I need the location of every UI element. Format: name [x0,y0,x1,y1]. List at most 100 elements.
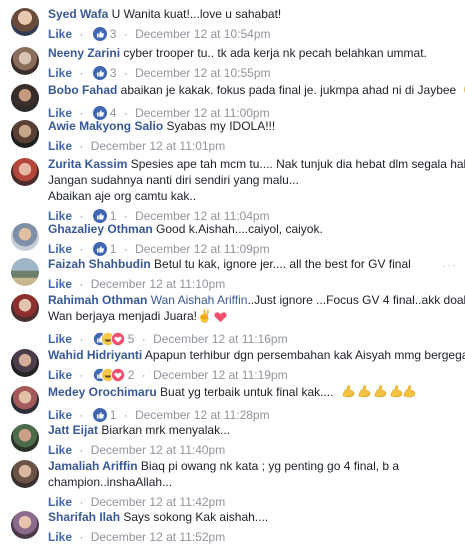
like-button[interactable]: Like [48,277,72,291]
comment-author[interactable]: Awie Makyong Salio [48,119,163,133]
comment-text: Syabas my IDOLA!!! [166,119,276,133]
like-button[interactable]: Like [48,27,72,41]
comment-text-line: Jangan sudahnya nanti diri sendiri yang … [48,173,299,187]
like-button[interactable]: Like [48,443,72,457]
comment-meta: Like · 3 · December 12 at 10:54pm [48,26,453,45]
like-button[interactable]: Like [48,495,72,509]
reaction-count[interactable]: 3 [110,27,117,41]
comment-author[interactable]: Wahid Hidriyanti [48,348,142,362]
comment-text: abaikan je kakak. fokus pada final je. j… [120,83,457,97]
comment-text: Apapun terhibur dgn persembahan kak Aisy… [144,348,465,362]
separator-dot: · [79,277,84,291]
like-button[interactable]: Like [48,368,72,382]
like-button[interactable]: Like [48,66,72,80]
separator-dot: · [79,242,84,256]
heart-emoji-icon [214,311,227,327]
reaction-count[interactable]: 1 [110,408,117,422]
like-button[interactable]: Like [48,530,72,544]
comment-author[interactable]: Ghazaliey Othman [48,222,153,236]
comment-text-line: Abaikan aje org camtu kak.. [48,189,197,203]
separator-dot: · [79,530,84,544]
separator-dot: · [79,332,84,346]
comment-text-line: Biaq pi owang nk kata ; yg penting go 4 … [140,459,400,473]
reaction-count[interactable]: 1 [110,242,117,256]
separator-dot: · [123,66,128,80]
comment-timestamp[interactable]: December 12 at 11:52pm [91,530,226,544]
comment-timestamp[interactable]: December 12 at 11:42pm [91,495,226,509]
avatar[interactable] [11,84,39,112]
comment-meta: Like · December 12 at 11:40pm [48,442,453,458]
comment-timestamp[interactable]: December 12 at 11:09pm [135,242,270,256]
avatar[interactable] [11,294,39,322]
comment-text: ..Just ignore ...Focus GV 4 final..akk d… [247,293,465,307]
comment-text-line: Wan berjaya menjadi Juara!✌ [48,309,212,323]
like-button[interactable]: Like [48,242,72,256]
like-button[interactable]: Like [48,332,72,346]
comment-timestamp[interactable]: December 12 at 11:16pm [153,332,288,346]
comment-timestamp[interactable]: December 12 at 10:55pm [135,66,270,80]
comment-timestamp[interactable]: December 12 at 11:10pm [91,277,226,291]
comment-text: cyber trooper tu.. tk ada kerja nk pecah… [123,46,427,60]
comment-timestamp[interactable]: December 12 at 11:28pm [135,408,270,422]
more-options-icon[interactable]: ··· [442,258,457,272]
avatar[interactable] [11,349,39,377]
avatar[interactable] [11,158,39,186]
separator-dot: · [79,27,84,41]
comment-author[interactable]: Zurita Kassim [48,157,127,171]
like-button[interactable]: Like [48,139,72,153]
reaction-count[interactable]: 2 [128,368,135,382]
separator-dot: · [79,139,84,153]
avatar[interactable] [11,223,39,251]
comment-text: U Wanita kuat!...love u sahabat! [111,7,282,21]
comment-text: Says sokong Kak aishah.... [123,510,269,524]
comment-author[interactable]: Bobo Fahad [48,83,117,97]
comment-text: Biarkan mrk menyalak... [101,423,231,437]
comment-author[interactable]: Faizah Shahbudin [48,257,151,271]
comment-author[interactable]: Syed Wafa [48,7,108,21]
comment-meta: Like · December 12 at 11:01pm [48,138,453,154]
comment-list: Syed Wafa U Wanita kuat!...love u sahaba… [0,0,465,544]
comment-author[interactable]: Medey Orochimaru [48,385,157,399]
comment-timestamp[interactable]: December 12 at 11:01pm [91,139,226,153]
separator-dot: · [141,332,146,346]
avatar[interactable] [11,386,39,414]
avatar[interactable] [11,47,39,75]
comment-text: Betul tu kak, ignore jer.... all the bes… [154,257,411,271]
separator-dot: · [123,27,128,41]
like-reaction-icon[interactable] [92,27,107,45]
comment-timestamp[interactable]: December 12 at 10:54pm [135,27,270,41]
separator-dot: · [123,242,128,256]
comment-timestamp[interactable]: December 12 at 11:40pm [91,443,226,457]
separator-dot: · [79,66,84,80]
comment-text-line: Spesies ape tah mcm tu.... Nak tunjuk di… [130,157,465,171]
comment-text: Buat yg terbaik untuk final kak.... [160,385,334,399]
comment-text-line: champion..inshaAllah... [48,475,173,489]
comment-author[interactable]: Sharifah Ilah [48,510,120,524]
separator-dot: · [79,495,84,509]
comment-text: Good k.Aishah....caiyol, caiyok. [156,222,323,236]
comment-author[interactable]: Neeny Zarini [48,46,120,60]
comment-timestamp[interactable]: December 12 at 11:19pm [153,368,288,382]
separator-dot: · [79,368,84,382]
avatar[interactable] [11,511,39,539]
reaction-count[interactable]: 3 [110,66,117,80]
reaction-count[interactable]: 5 [128,332,135,346]
separator-dot: · [79,443,84,457]
comment-author[interactable]: Jamaliah Ariffin [48,459,138,473]
separator-dot: · [79,408,84,422]
comment-meta: Like · December 12 at 11:52pm [48,529,453,545]
avatar[interactable] [11,258,39,286]
avatar[interactable] [11,8,39,36]
comment-author[interactable]: Rahimah Othman [48,293,147,307]
mention-link[interactable]: Wan Aishah Ariffin [151,293,248,307]
avatar[interactable] [11,120,39,148]
like-button[interactable]: Like [48,408,72,422]
avatar[interactable] [11,424,39,452]
flexed-biceps-emoji-icon [341,384,417,403]
separator-dot: · [123,408,128,422]
comment-author[interactable]: Jatt Eijat [48,423,98,437]
avatar[interactable] [11,460,39,488]
comment-meta: Like · December 12 at 11:10pm [48,276,453,292]
separator-dot: · [141,368,146,382]
comment-meta: Like · December 12 at 11:42pm [48,494,453,510]
